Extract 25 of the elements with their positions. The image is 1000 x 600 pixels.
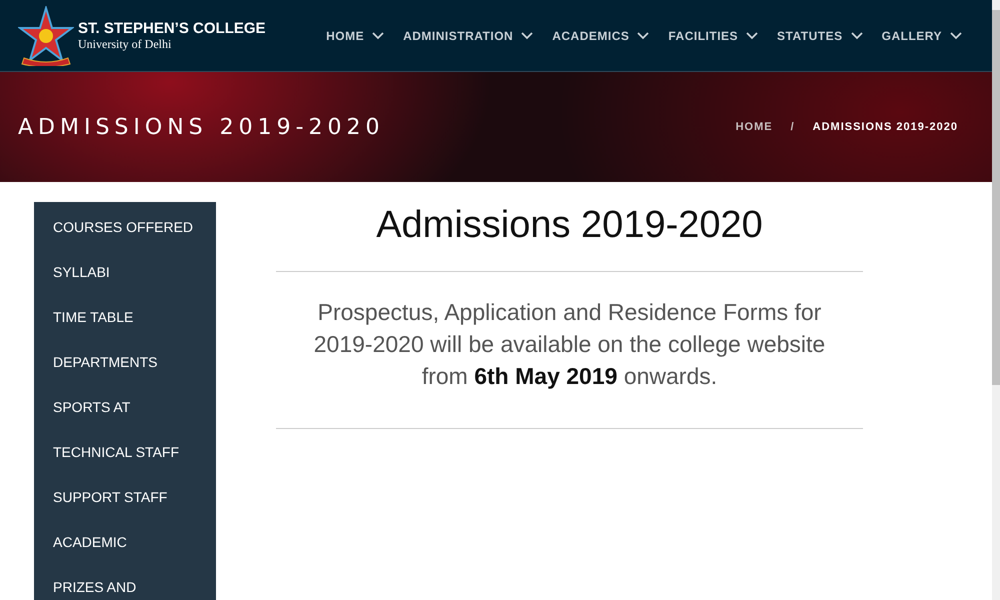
sidebar-item[interactable]: COURSES OFFERED bbox=[34, 208, 216, 253]
sidebar-item[interactable]: SPORTS AT bbox=[34, 388, 216, 433]
sidebar-item[interactable]: ACADEMIC bbox=[34, 523, 216, 568]
sidebar-item[interactable]: PRIZES AND bbox=[34, 568, 216, 600]
nav-menu-item[interactable]: ACADEMICS bbox=[552, 28, 650, 42]
sidebar-item[interactable]: SUPPORT STAFF bbox=[34, 478, 216, 523]
nav-menu-item[interactable]: STATUTES bbox=[777, 28, 863, 42]
breadcrumb-current: ADMISSIONS 2019-2020 bbox=[812, 121, 958, 133]
nav-menu-item[interactable]: ADMINISTRATION bbox=[403, 28, 534, 42]
breadcrumb-link[interactable]: HOME bbox=[736, 121, 773, 133]
nav-menu-item[interactable]: HOME bbox=[326, 28, 384, 42]
breadcrumb-separator: / bbox=[790, 121, 795, 133]
college-name[interactable]: ST. STEPHEN’S COLLEGE bbox=[78, 20, 266, 36]
sidebar-item[interactable]: TECHNICAL STAFF bbox=[34, 433, 216, 478]
star-emblem-icon bbox=[18, 6, 74, 66]
nav-menu-item[interactable]: GALLERY bbox=[882, 28, 962, 42]
sidebar-item[interactable]: TIME TABLE bbox=[34, 298, 216, 343]
sidebar-item[interactable]: DEPARTMENTS bbox=[34, 343, 216, 388]
university-subtitle: University of Delhi bbox=[78, 36, 172, 52]
page-title: ADMISSIONS 2019-2020 bbox=[18, 114, 385, 140]
nav-menu-item[interactable]: FACILITIES bbox=[668, 28, 758, 42]
admission-notice: Prospectus, Application and Residence Forms for 2019-2020 will be available on the college website from 6th May 2019 onwards. bbox=[312, 298, 826, 391]
content-heading: Admissions 2019-2020 bbox=[376, 204, 763, 247]
sidebar-item[interactable]: SYLLABI bbox=[34, 253, 216, 298]
scrollbar[interactable] bbox=[992, 0, 1000, 600]
